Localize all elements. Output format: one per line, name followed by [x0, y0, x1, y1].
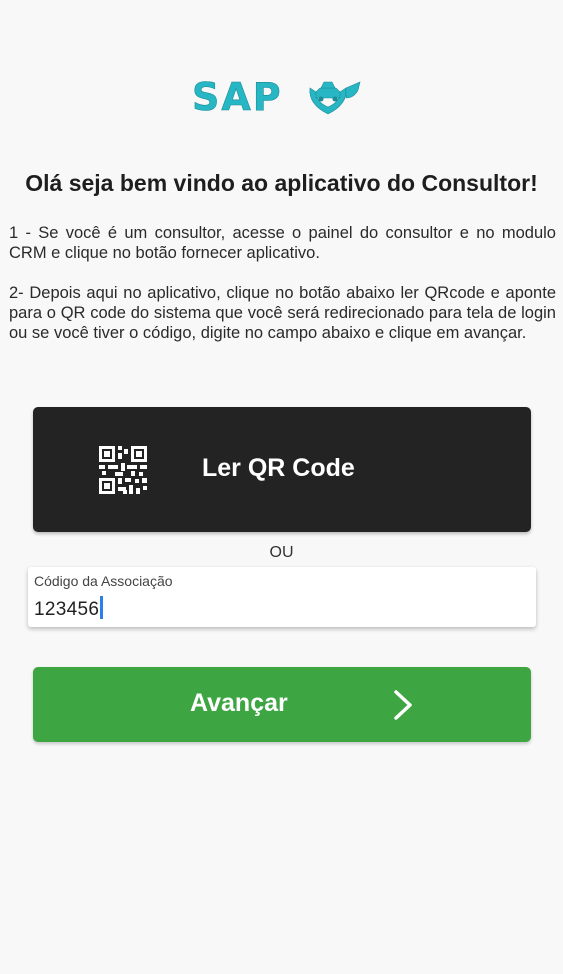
association-code-label: Código da Associação	[34, 573, 173, 589]
association-code-value: 123456	[34, 599, 100, 620]
hands-car-emblem	[309, 81, 361, 115]
instruction-step-2: 2- Depois aqui no aplicativo, clique no …	[9, 284, 556, 342]
read-qr-code-button[interactable]: Ler QR Code	[33, 407, 531, 532]
association-code-field[interactable]: Código da Associação 123456	[28, 567, 536, 627]
read-qr-code-label: Ler QR Code	[202, 454, 355, 482]
text-caret	[100, 596, 103, 619]
welcome-title: Olá seja bem vindo ao aplicativo do Cons…	[25, 170, 538, 196]
association-code-input[interactable]: 123456	[34, 596, 103, 621]
qr-code-icon	[99, 446, 147, 494]
advance-label: Avançar	[190, 689, 288, 717]
logo-text: SAP	[192, 75, 283, 118]
advance-button[interactable]: Avançar	[33, 667, 531, 742]
instruction-step-1: 1 - Se você é um consultor, acesse o pai…	[9, 224, 556, 262]
sap-logo: SAP	[192, 75, 361, 118]
or-separator: OU	[269, 544, 294, 561]
chevron-right-icon	[394, 690, 412, 720]
